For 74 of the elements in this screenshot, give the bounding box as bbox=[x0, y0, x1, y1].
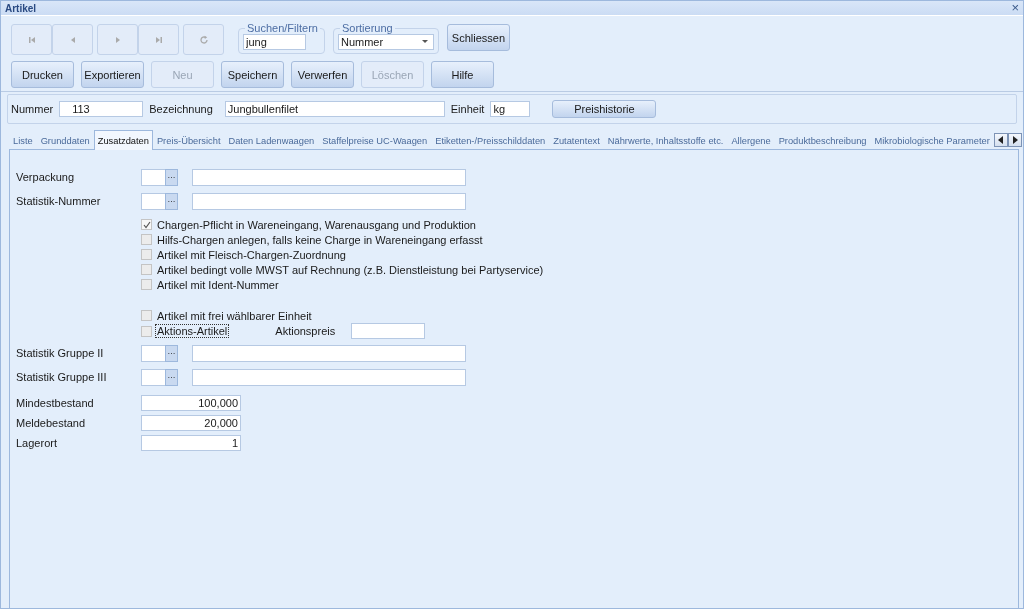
checkbox-label: Artikel mit Fleisch-Chargen-Zuordnung bbox=[156, 247, 347, 262]
group-label: Sortierung bbox=[340, 22, 394, 34]
tab[interactable]: Nährwerte, Inhaltsstoffe etc. bbox=[603, 132, 728, 149]
sort-dropdown[interactable]: Nummer bbox=[337, 34, 434, 50]
code-field[interactable] bbox=[141, 192, 165, 210]
field-label: Aktionspreis bbox=[275, 325, 336, 337]
checkbox-label: Artikel mit frei wählbarer Einheit bbox=[156, 308, 313, 323]
field-label: Nummer bbox=[11, 103, 54, 115]
checkbox[interactable] bbox=[141, 310, 152, 321]
lookup-button[interactable]: ··· bbox=[165, 168, 178, 186]
field-label: Mindestbestand bbox=[16, 397, 95, 409]
checkbox-label: Hilfs-Chargen anlegen, falls keine Charge in Wareneingang erfasst bbox=[156, 232, 484, 247]
action-button[interactable]: Exportieren bbox=[81, 61, 144, 88]
close-button[interactable]: Schliessen bbox=[446, 24, 510, 51]
tab[interactable]: Preis-Übersicht bbox=[152, 132, 225, 149]
arrow-icon bbox=[26, 34, 37, 45]
checkbox-label: Artikel bedingt volle MWST auf Rechnung (z.B. Dienstleistung bei Partyservice) bbox=[156, 262, 545, 277]
code-field[interactable] bbox=[141, 368, 165, 386]
field-label: Verpackung bbox=[16, 171, 76, 183]
checkbox[interactable] bbox=[141, 279, 152, 290]
caret-icon bbox=[421, 40, 428, 44]
tab[interactable]: Zutatentext bbox=[549, 132, 604, 149]
tab[interactable]: Grunddaten bbox=[36, 132, 94, 149]
lookup-button[interactable]: ··· bbox=[165, 192, 178, 210]
quantity-field[interactable]: 20,000 bbox=[141, 415, 241, 431]
field-label: Lagerort bbox=[16, 437, 58, 449]
group-label: Suchen/Filtern bbox=[246, 22, 319, 34]
code-field[interactable] bbox=[141, 168, 165, 186]
description-field[interactable] bbox=[192, 368, 466, 386]
field-label: Bezeichnung bbox=[149, 103, 213, 115]
checkmark-icon bbox=[142, 220, 151, 229]
field-label: Statistik Gruppe II bbox=[16, 347, 105, 359]
description-field[interactable] bbox=[192, 344, 466, 362]
description-field[interactable] bbox=[192, 192, 466, 210]
tab[interactable]: Etiketten-/Preisschilddaten bbox=[431, 132, 550, 149]
refresh-icon bbox=[198, 34, 209, 45]
tab[interactable]: Daten Ladenwaagen bbox=[224, 132, 319, 149]
checkbox-label: Artikel mit Ident-Nummer bbox=[156, 277, 280, 292]
search-field[interactable]: jung bbox=[243, 34, 306, 50]
scroll-left-button[interactable] bbox=[993, 133, 1008, 147]
promo-price-field[interactable] bbox=[351, 323, 426, 339]
price-history-button[interactable]: Preishistorie bbox=[552, 100, 657, 118]
quantity-field[interactable]: 100,000 bbox=[141, 395, 241, 411]
window-title: Artikel bbox=[5, 2, 37, 14]
tab[interactable]: Allergene bbox=[727, 132, 775, 149]
name-field[interactable]: Jungbullenfilet bbox=[224, 101, 445, 117]
action-button[interactable]: Speichern bbox=[221, 61, 284, 88]
field-label: Statistik Gruppe III bbox=[16, 371, 108, 383]
arrow-icon bbox=[153, 34, 164, 45]
tab[interactable]: Mikrobiologische Parameter bbox=[870, 132, 994, 149]
number-field[interactable]: 113 bbox=[59, 101, 144, 117]
field-label: Einheit bbox=[450, 103, 485, 115]
checkbox[interactable] bbox=[141, 325, 152, 337]
action-button[interactable]: Hilfe bbox=[431, 61, 494, 88]
tab[interactable]: Staffelpreise UC-Waagen bbox=[318, 132, 432, 149]
lookup-button[interactable]: ··· bbox=[165, 368, 178, 386]
field-label: Statistik-Nummer bbox=[16, 195, 102, 207]
tab[interactable]: Liste bbox=[9, 132, 37, 149]
tab[interactable]: Produktbeschreibung bbox=[774, 132, 871, 149]
checkbox-label: Aktions-Artikel bbox=[155, 324, 230, 338]
checkbox[interactable] bbox=[141, 219, 152, 230]
checkbox-label: Chargen-Pflicht in Wareneingang, Warenausgang und Produktion bbox=[156, 217, 477, 232]
checkbox[interactable] bbox=[141, 234, 152, 245]
checkbox[interactable] bbox=[141, 249, 152, 260]
unit-field[interactable]: kg bbox=[490, 101, 531, 117]
action-button[interactable]: Drucken bbox=[11, 61, 74, 88]
lookup-button[interactable]: ··· bbox=[165, 344, 178, 362]
code-field[interactable] bbox=[141, 344, 165, 362]
tab[interactable]: Zusatzdaten bbox=[93, 130, 153, 150]
quantity-field[interactable]: 1 bbox=[141, 435, 241, 451]
checkbox[interactable] bbox=[141, 264, 152, 275]
action-button[interactable]: Verwerfen bbox=[291, 61, 354, 88]
field-label: Meldebestand bbox=[16, 417, 87, 429]
description-field[interactable] bbox=[192, 168, 466, 186]
